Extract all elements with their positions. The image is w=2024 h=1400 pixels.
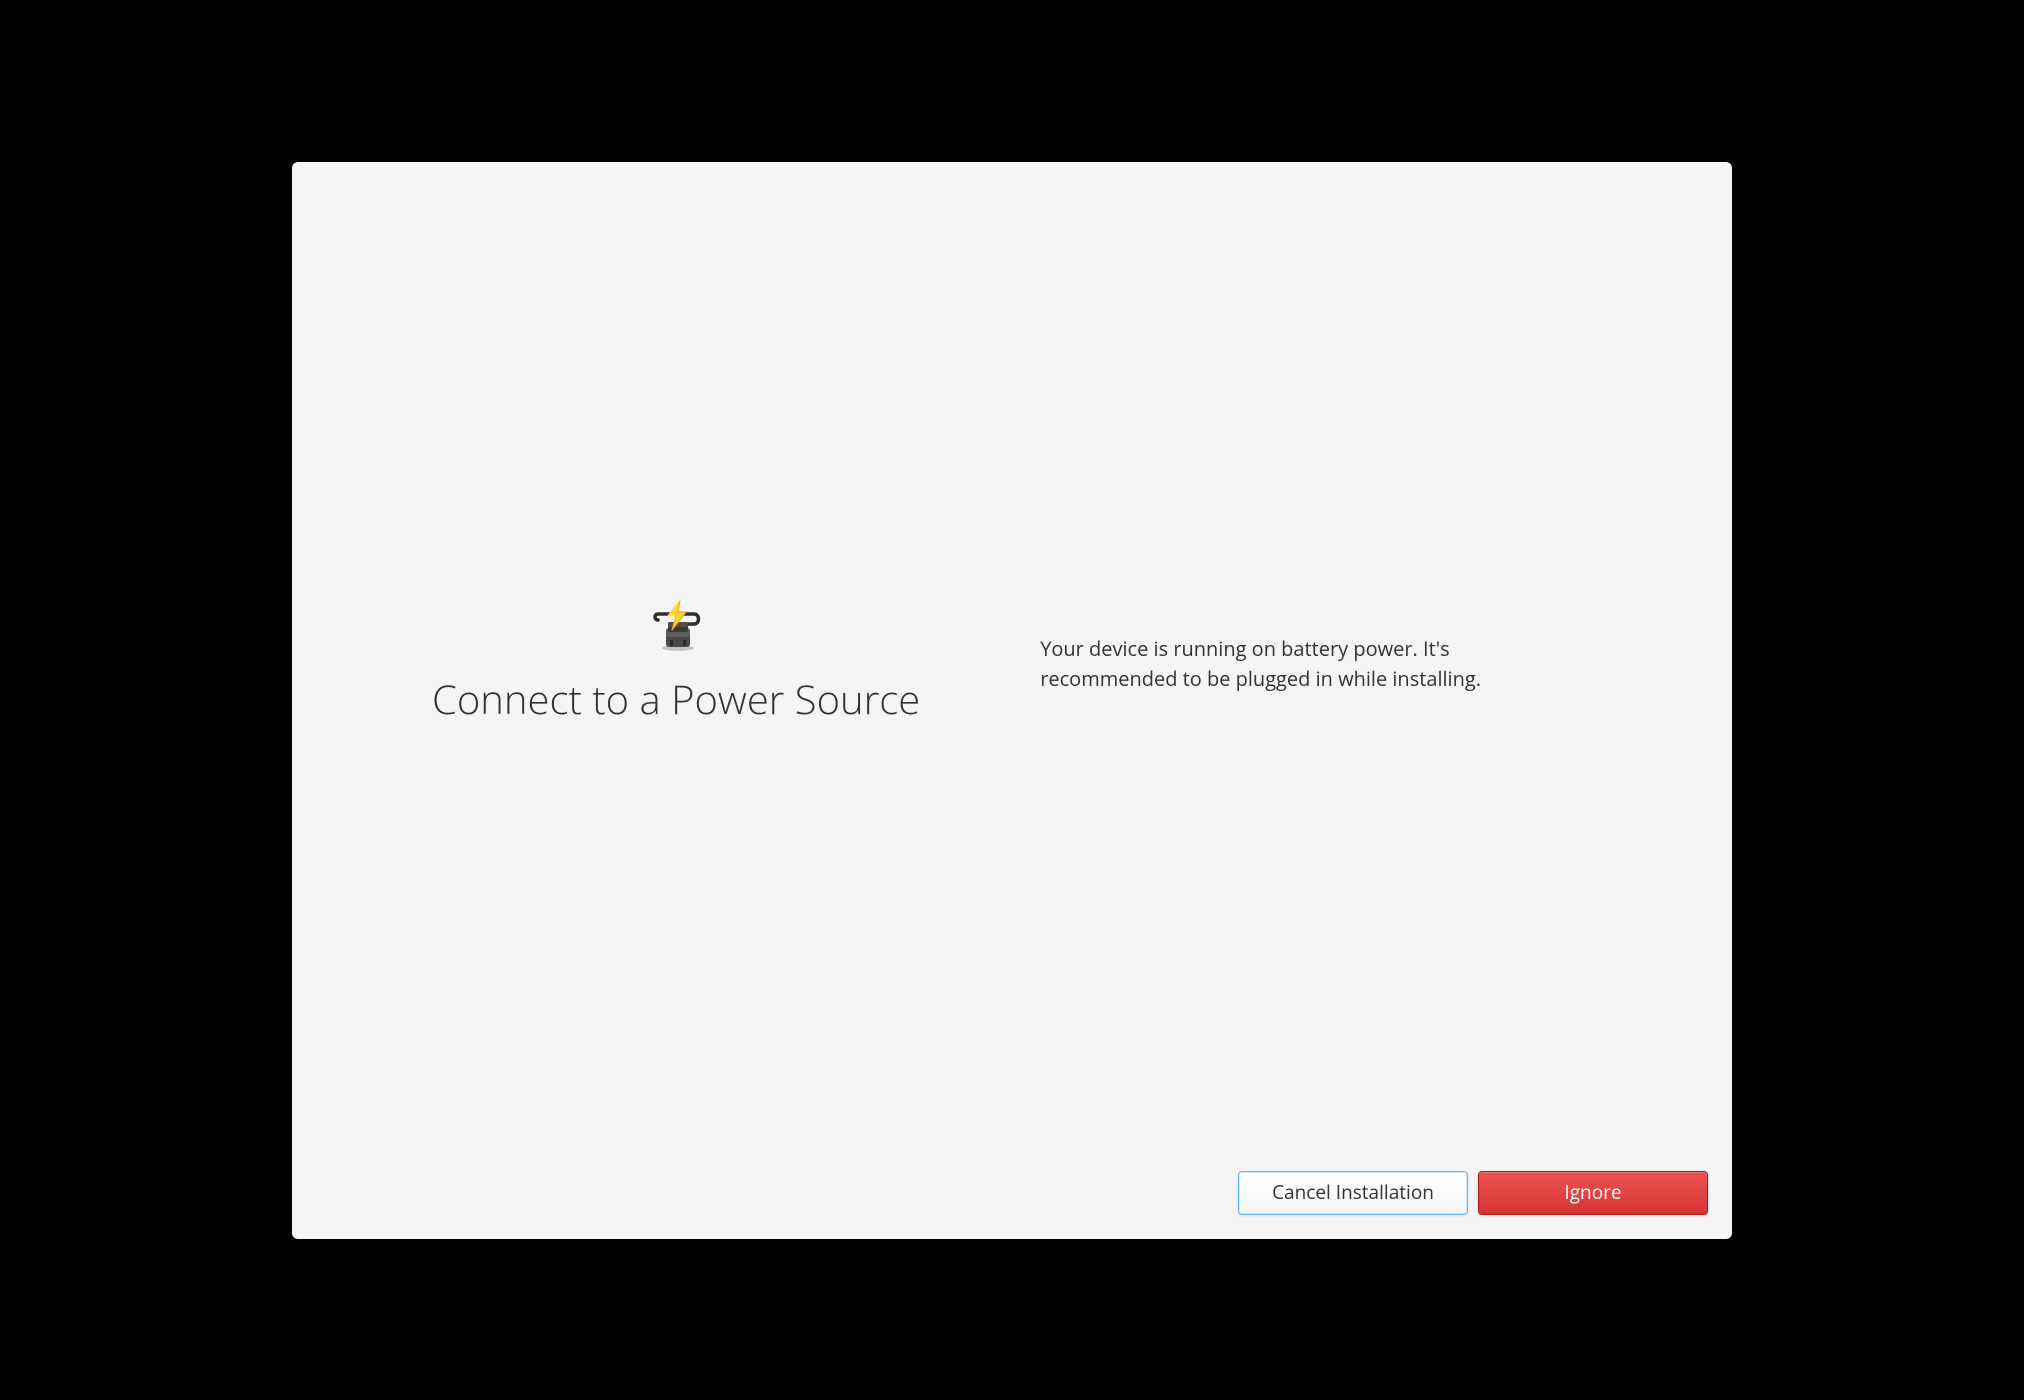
ac-adapter-icon (644, 594, 708, 663)
right-panel: Your device is running on battery power.… (1040, 626, 1592, 694)
installer-dialog: Connect to a Power Source Your device is… (292, 162, 1732, 1239)
button-bar: Cancel Installation Ignore (1238, 1171, 1708, 1215)
cancel-installation-button[interactable]: Cancel Installation (1238, 1171, 1468, 1215)
dialog-content: Connect to a Power Source Your device is… (292, 162, 1732, 1239)
ignore-button[interactable]: Ignore (1478, 1171, 1708, 1215)
dialog-heading: Connect to a Power Source (432, 671, 920, 726)
left-panel: Connect to a Power Source (432, 594, 920, 726)
dialog-description: Your device is running on battery power.… (1040, 634, 1592, 694)
panel-wrap: Connect to a Power Source Your device is… (372, 594, 1652, 726)
